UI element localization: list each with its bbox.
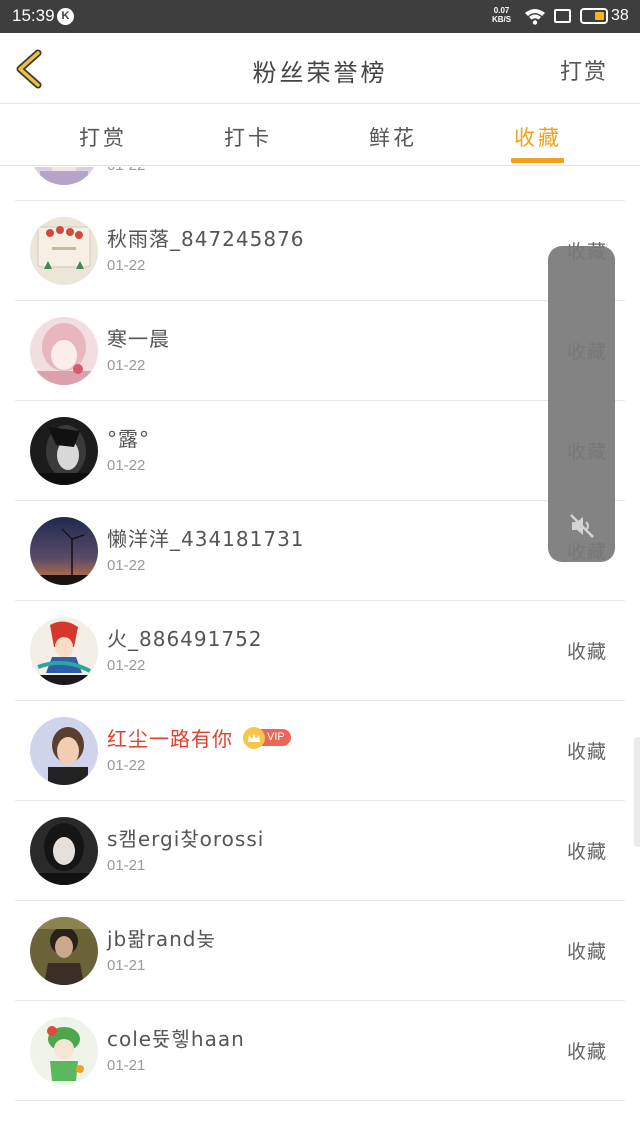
fan-name: cole뜟헿haan (107, 1027, 245, 1051)
fan-name: 懒洋洋_434181731 (107, 527, 305, 551)
fan-action-label: 收藏 (566, 1041, 607, 1063)
avatar (30, 1017, 98, 1085)
floating-volume-panel[interactable] (548, 246, 615, 562)
avatar (30, 167, 98, 185)
avatar (30, 317, 98, 385)
avatar (30, 217, 98, 285)
fan-name: s캠ergi찾orossi (107, 827, 265, 851)
battery-icon (580, 8, 608, 24)
avatar (30, 617, 98, 685)
active-tab-indicator (511, 158, 564, 163)
fan-date: 01-22 (107, 757, 146, 774)
fan-name: 秋雨落_847245876 (107, 227, 305, 251)
fan-date: 01-22 (107, 657, 146, 674)
fan-date: 01-21 (107, 1057, 146, 1074)
tab-reward[interactable]: 打赏 (79, 122, 127, 152)
screen-icon (554, 9, 571, 23)
page-title: 粉丝荣誉榜 (252, 59, 388, 87)
fan-action-label: 收藏 (566, 841, 607, 863)
list-item[interactable]: 火_886491752 01-22 收藏 (0, 601, 640, 701)
tab-checkin[interactable]: 打卡 (224, 122, 272, 152)
network-speed: 0.07 KB/S (492, 6, 511, 24)
avatar (30, 817, 98, 885)
fan-date: 01-22 (107, 167, 145, 174)
fan-action-label: 收藏 (566, 641, 607, 663)
avatar (30, 917, 98, 985)
list-item[interactable]: 秋雨落_847245876 01-22 收藏 (0, 201, 640, 301)
fan-action-label: 收藏 (566, 941, 607, 963)
tab-bar: 打赏 打卡 鲜花 收藏 (0, 105, 640, 166)
fan-name: °露° (107, 427, 150, 451)
status-time: 15:39 (12, 6, 55, 25)
fan-name: jb뫎rand놎 (107, 927, 216, 951)
battery-level-fill (594, 12, 604, 20)
reward-button[interactable]: 打赏 (560, 54, 608, 86)
fan-date: 01-22 (107, 457, 146, 474)
list-item[interactable]: 懒洋洋_434181731 01-22 收藏 (0, 501, 640, 601)
fan-action-label: 收藏 (566, 741, 607, 763)
fan-name: 红尘一路有你 (107, 727, 233, 751)
top-bar: 粉丝荣誉榜 打赏 (0, 33, 640, 104)
list-item[interactable]: s캠ergi찾orossi 01-21 收藏 (0, 801, 640, 901)
status-bar: 15:39 K 0.07 KB/S 38 (0, 0, 640, 33)
edge-handle[interactable] (634, 737, 640, 847)
crown-icon (243, 726, 265, 749)
app-notification-icon: K (57, 8, 74, 25)
fan-date: 01-21 (107, 957, 146, 974)
tab-favorites[interactable]: 收藏 (514, 122, 562, 152)
tab-flowers[interactable]: 鲜花 (369, 122, 417, 152)
vip-badge: VIP (243, 726, 291, 749)
battery-percent: 38 (611, 7, 629, 24)
wifi-icon (525, 9, 545, 25)
list-item[interactable]: cole뜟헿haan 01-21 收藏 (0, 1001, 640, 1101)
avatar (30, 717, 98, 785)
fan-date: 01-22 (107, 557, 146, 574)
fan-date: 01-22 (107, 257, 146, 274)
list-item[interactable]: 红尘一路有你 VIP 01-22 收藏 (0, 701, 640, 801)
fan-date: 01-22 (107, 357, 146, 374)
fan-name: 寒一晨 (107, 327, 170, 351)
fan-list[interactable]: 明那 01-22 收藏 秋雨落_847245876 01-22 收藏 寒一晨 0… (0, 167, 640, 1138)
mute-icon[interactable] (568, 512, 596, 540)
fan-date: 01-21 (107, 857, 146, 874)
avatar (30, 417, 98, 485)
avatar (30, 517, 98, 585)
network-speed-value: 0.07 (493, 6, 510, 15)
list-item[interactable]: 明那 01-22 收藏 (0, 167, 640, 201)
list-item[interactable]: 寒一晨 01-22 收藏 (0, 301, 640, 401)
list-item[interactable]: jb뫎rand놎 01-21 收藏 (0, 901, 640, 1001)
fan-name: 火_886491752 (107, 627, 263, 651)
list-item[interactable]: °露° 01-22 收藏 (0, 401, 640, 501)
network-speed-unit: KB/S (492, 15, 512, 24)
